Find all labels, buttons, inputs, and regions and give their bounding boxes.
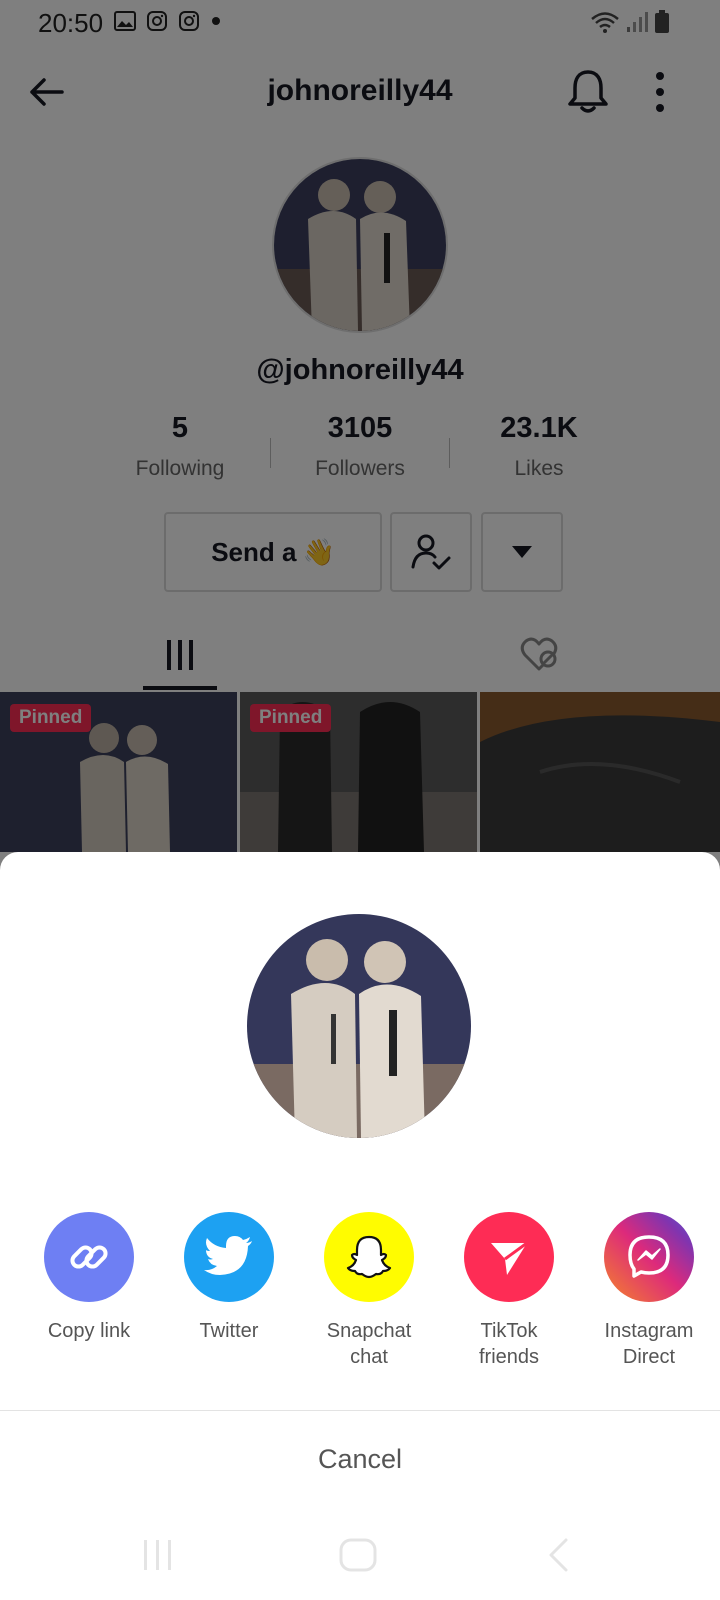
back-chevron-icon bbox=[549, 1538, 568, 1572]
share-twitter[interactable]: Twitter bbox=[164, 1212, 294, 1344]
share-snapchat[interactable]: Snapchat chat bbox=[304, 1212, 434, 1370]
system-nav-bar bbox=[0, 1510, 720, 1600]
snapchat-icon bbox=[346, 1235, 392, 1279]
share-circle bbox=[604, 1212, 694, 1302]
link-icon bbox=[70, 1245, 108, 1269]
share-label: Twitter bbox=[199, 1320, 259, 1342]
share-circle bbox=[324, 1212, 414, 1302]
twitter-icon bbox=[204, 1236, 252, 1275]
share-instagram-direct[interactable]: Instagram Direct bbox=[584, 1212, 714, 1370]
recent-apps-button[interactable] bbox=[128, 1530, 188, 1580]
share-label: Copy link bbox=[47, 1320, 131, 1342]
recents-icon bbox=[144, 1540, 171, 1570]
share-circle bbox=[44, 1212, 134, 1302]
share-circle bbox=[464, 1212, 554, 1302]
share-circle bbox=[184, 1212, 274, 1302]
home-icon bbox=[339, 1538, 377, 1572]
avatar-photo bbox=[247, 914, 471, 1138]
back-nav-button[interactable] bbox=[528, 1530, 588, 1580]
messenger-icon bbox=[628, 1235, 670, 1278]
share-label: TikTok friends bbox=[478, 1320, 540, 1368]
share-targets: Copy link Twitter Snapchat chat TikTok f… bbox=[0, 1212, 720, 1392]
cancel-button[interactable]: Cancel bbox=[0, 1412, 720, 1506]
share-copy-link[interactable]: Copy link bbox=[24, 1212, 154, 1344]
share-tiktok-friends[interactable]: TikTok friends bbox=[444, 1212, 574, 1370]
share-sheet: Copy link Twitter Snapchat chat TikTok f… bbox=[0, 852, 720, 1600]
share-label: Snapchat chat bbox=[326, 1320, 412, 1368]
share-label: Instagram Direct bbox=[604, 1320, 694, 1368]
home-button[interactable] bbox=[328, 1530, 388, 1580]
divider bbox=[0, 1410, 720, 1411]
share-avatar bbox=[247, 914, 471, 1138]
send-icon bbox=[491, 1241, 528, 1275]
